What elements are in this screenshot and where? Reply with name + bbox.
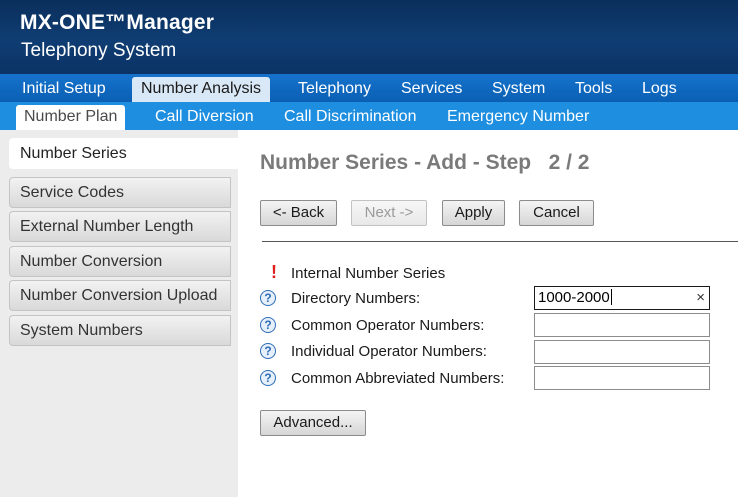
apply-button[interactable]: Apply — [442, 200, 505, 226]
page-title: Number Series - Add - Step 2 / 2 — [260, 151, 590, 174]
back-button[interactable]: <- Back — [260, 200, 337, 226]
main-nav-number-analysis[interactable]: Number Analysis — [132, 77, 271, 102]
main-nav-system[interactable]: System — [492, 78, 545, 102]
directory-numbers-label: Directory Numbers: — [291, 290, 421, 307]
divider — [262, 241, 738, 242]
help-icon[interactable]: ? — [260, 290, 276, 306]
individual-operator-numbers-label: Individual Operator Numbers: — [291, 343, 487, 360]
main-nav-initial-setup[interactable]: Initial Setup — [22, 78, 106, 102]
help-icon[interactable]: ? — [260, 343, 276, 359]
app-subtitle: Telephony System — [21, 40, 177, 61]
directory-numbers-input[interactable]: 1000-2000 × — [534, 286, 710, 310]
sidebar-item-number-conversion-upload[interactable]: Number Conversion Upload — [9, 280, 231, 311]
app-brand: MX-ONE™Manager — [20, 11, 215, 34]
sidebar-item-number-conversion[interactable]: Number Conversion — [9, 246, 231, 277]
help-icon[interactable]: ? — [260, 317, 276, 333]
main-nav-tools[interactable]: Tools — [575, 78, 612, 102]
sub-nav-number-plan[interactable]: Number Plan — [16, 105, 126, 130]
sidebar-item-external-number-length[interactable]: External Number Length — [9, 211, 231, 242]
common-abbreviated-numbers-input[interactable] — [534, 366, 710, 390]
sidebar-item-service-codes[interactable]: Service Codes — [9, 177, 231, 208]
sub-nav: Number Plan Call Diversion Call Discrimi… — [0, 102, 738, 130]
main-nav-services[interactable]: Services — [401, 78, 462, 102]
sidebar: Number Series Service Codes External Num… — [0, 130, 238, 497]
main-nav-logs[interactable]: Logs — [642, 78, 677, 102]
clear-icon[interactable]: × — [696, 287, 705, 309]
cancel-button[interactable]: Cancel — [519, 200, 594, 226]
next-button[interactable]: Next -> — [351, 200, 427, 226]
app-header: MX-ONE™Manager Telephony System — [0, 0, 738, 74]
sidebar-item-system-numbers[interactable]: System Numbers — [9, 315, 231, 346]
common-operator-numbers-label: Common Operator Numbers: — [291, 317, 485, 334]
common-operator-numbers-input[interactable] — [534, 313, 710, 337]
sidebar-item-number-series[interactable]: Number Series — [9, 138, 238, 169]
common-abbreviated-numbers-label: Common Abbreviated Numbers: — [291, 370, 505, 387]
required-label: Internal Number Series — [291, 265, 446, 282]
required-icon: ! — [271, 262, 277, 282]
individual-operator-numbers-input[interactable] — [534, 340, 710, 364]
main-nav-telephony[interactable]: Telephony — [298, 78, 371, 102]
sub-nav-call-diversion[interactable]: Call Diversion — [155, 105, 254, 130]
help-icon[interactable]: ? — [260, 370, 276, 386]
sub-nav-call-discrimination[interactable]: Call Discrimination — [284, 105, 416, 130]
sub-nav-emergency-number[interactable]: Emergency Number — [447, 105, 589, 130]
main-content: Number Series - Add - Step 2 / 2 <- Back… — [238, 130, 738, 497]
main-nav: Initial Setup Number Analysis Telephony … — [0, 74, 738, 102]
advanced-button[interactable]: Advanced... — [260, 410, 366, 436]
directory-numbers-value: 1000-2000 — [538, 289, 610, 306]
